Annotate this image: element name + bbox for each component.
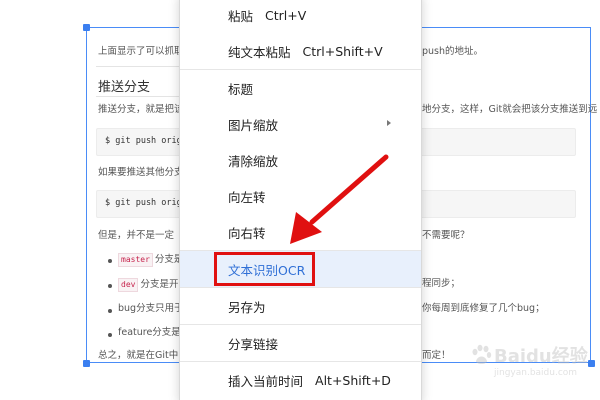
paw-logo-icon [472, 344, 492, 364]
menu-item-paste[interactable]: 粘贴 Ctrl+V [180, 0, 421, 33]
list-item: master 分支是 [118, 253, 183, 267]
bullet-dot [108, 259, 112, 263]
list-item-text: feature分支是 [118, 327, 181, 338]
menu-item-clear-zoom[interactable]: 清除缩放 [180, 142, 421, 178]
menu-item-label: 另存为 [228, 299, 266, 315]
doc-divider [96, 96, 180, 97]
inline-code: dev [118, 278, 139, 292]
doc-paragraph-summary-right: 而定！ [422, 350, 451, 361]
doc-paragraph-summary: 总之，就是在Git中 [98, 350, 179, 361]
resize-handle-bottom-left[interactable] [83, 360, 90, 367]
doc-paragraph-push: 推送分支，就是把该 [98, 104, 184, 115]
list-item-text: 分支是开 [140, 279, 179, 290]
context-menu: 粘贴 Ctrl+V 纯文本粘贴 Ctrl+Shift+V 标题 图片缩放 清除缩… [179, 0, 422, 400]
doc-paragraph-intro-right: push的地址。 [422, 46, 484, 57]
doc-paragraph-intro: 上面显示了可以抓取 [98, 46, 184, 57]
menu-item-shortcut: Alt+Shift+D [315, 372, 391, 388]
doc-divider [96, 66, 180, 67]
doc-paragraph-push-right: 地分支，这样，Git就会把该分支推送到远 [422, 104, 598, 115]
menu-item-label: 向左转 [228, 189, 266, 205]
menu-item-label: 图片缩放 [228, 117, 279, 133]
menu-item-label: 插入当前时间 [228, 373, 304, 389]
doc-paragraph-other-branch: 如果要推送其他分支 [98, 167, 184, 178]
menu-item-paste-plain-text[interactable]: 纯文本粘贴 Ctrl+Shift+V [180, 33, 421, 69]
menu-item-label: 向右转 [228, 225, 266, 241]
menu-item-title[interactable]: 标题 [180, 70, 421, 106]
watermark-brand: Baidu经验 [494, 346, 588, 367]
resize-handle-top-left[interactable] [83, 24, 90, 31]
menu-item-share-link[interactable]: 分享链接 [180, 325, 421, 361]
doc-paragraph-but-right: 不需要呢？ [422, 230, 470, 241]
list-item-text-right: 程同步； [422, 278, 461, 289]
doc-paragraph-but: 但是，并不是一定 [98, 230, 175, 241]
menu-item-rotate-left[interactable]: 向左转 [180, 178, 421, 214]
bullet-dot [108, 309, 112, 313]
inline-code: master [118, 253, 153, 267]
menu-item-shortcut: Ctrl+Shift+V [302, 43, 383, 59]
bullet-dot [108, 284, 112, 288]
menu-item-shortcut: Ctrl+V [265, 7, 307, 23]
menu-item-insert-current-time[interactable]: 插入当前时间 Alt+Shift+D [180, 362, 421, 398]
menu-item-label: 标题 [228, 81, 254, 97]
annotation-highlight-box [214, 252, 315, 286]
menu-item-label: 纯文本粘贴 [228, 44, 291, 60]
list-item-text-right: 你每周到底修复了几个bug； [422, 303, 545, 314]
chevron-right-icon [387, 120, 391, 126]
menu-item-save-as[interactable]: 另存为 [180, 288, 421, 324]
watermark-url: jingyan.baidu.com [494, 368, 578, 378]
list-item-text: bug分支只用于 [118, 303, 184, 314]
bullet-dot [108, 333, 112, 337]
doc-heading-push-branch: 推送分支 [98, 80, 151, 95]
list-item: dev 分支是开 [118, 278, 178, 292]
menu-item-label: 分享链接 [228, 336, 279, 352]
menu-item-label: 清除缩放 [228, 153, 279, 169]
menu-item-rotate-right[interactable]: 向右转 [180, 214, 421, 250]
baidu-watermark: Baidu经验 jingyan.baidu.com [470, 340, 590, 392]
menu-item-image-zoom[interactable]: 图片缩放 [180, 106, 421, 142]
menu-item-label: 粘贴 [228, 8, 254, 24]
